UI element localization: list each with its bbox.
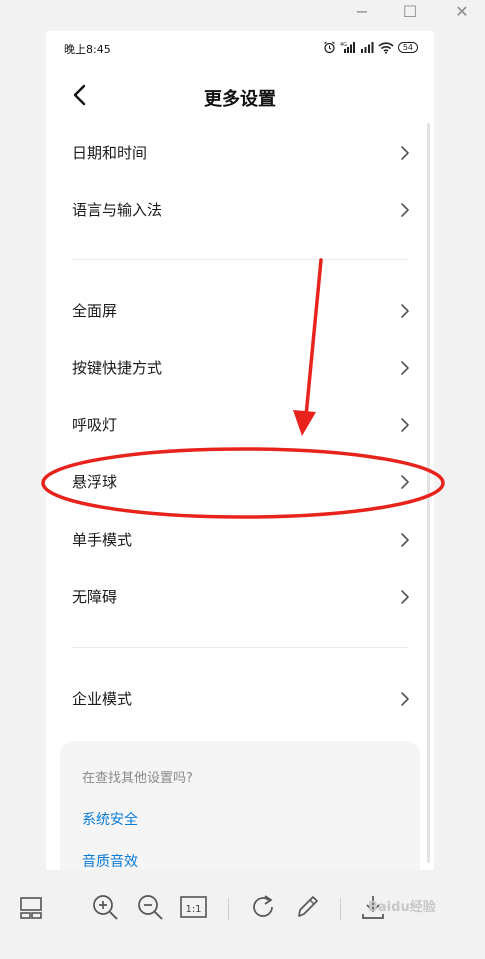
section-divider <box>72 647 408 648</box>
minimize-button[interactable]: − <box>352 2 372 22</box>
suggestions-hint: 在查找其他设置吗? <box>82 771 193 786</box>
signal-4g-icon: 4G <box>340 41 355 53</box>
chevron-right-icon <box>401 590 409 604</box>
page-title: 更多设置 <box>204 89 276 110</box>
settings-item-label: 语言与输入法 <box>72 201 163 219</box>
edit-button[interactable] <box>292 892 322 922</box>
title-bar: 更多设置 <box>46 75 434 115</box>
zoom-out-icon <box>138 895 163 920</box>
settings-item-label: 无障碍 <box>72 588 118 606</box>
section-divider <box>72 259 408 260</box>
status-icons: 4G 54 <box>323 40 418 54</box>
settings-item-language-input[interactable]: 语言与输入法 <box>46 184 434 236</box>
rotate-button[interactable] <box>248 892 278 922</box>
zoom-out-button[interactable] <box>135 892 165 922</box>
settings-item-label: 企业模式 <box>72 690 133 708</box>
chevron-right-icon <box>401 533 409 547</box>
chevron-right-icon <box>401 203 409 217</box>
chevron-right-icon <box>401 692 409 706</box>
scrollbar[interactable] <box>427 123 430 863</box>
settings-item-label: 悬浮球 <box>72 473 118 491</box>
status-time: 晚上8:45 <box>64 43 111 56</box>
settings-item-label: 按键快捷方式 <box>72 359 163 377</box>
settings-item-label: 呼吸灯 <box>72 416 118 434</box>
settings-item-enterprise-mode[interactable]: 企业模式 <box>46 673 434 725</box>
watermark: Baidu经验 <box>368 900 436 915</box>
gallery-button[interactable] <box>16 892 46 922</box>
actual-size-label: 1:1 <box>185 904 201 915</box>
settings-item-label: 单手模式 <box>72 531 133 549</box>
signal-icon <box>360 41 374 53</box>
suggestion-link-sound-effects[interactable]: 音质音效 <box>82 851 138 870</box>
chevron-right-icon <box>401 475 409 489</box>
settings-item-one-handed-mode[interactable]: 单手模式 <box>46 514 434 566</box>
settings-item-label: 全面屏 <box>72 302 118 320</box>
edit-icon <box>298 896 318 917</box>
actual-size-icon: 1:1 <box>180 896 207 918</box>
rotate-icon <box>253 895 273 917</box>
toolbar-separator <box>340 898 341 920</box>
battery-icon: 54 <box>397 41 418 53</box>
actual-size-button[interactable]: 1:1 <box>178 892 208 922</box>
settings-item-full-screen[interactable]: 全面屏 <box>46 285 434 337</box>
settings-item-floating-ball[interactable]: 悬浮球 <box>46 456 434 508</box>
zoom-in-button[interactable] <box>90 892 120 922</box>
chevron-right-icon <box>401 418 409 432</box>
maximize-button[interactable]: ☐ <box>400 2 420 22</box>
alarm-icon <box>323 41 335 53</box>
settings-item-breathing-light[interactable]: 呼吸灯 <box>46 399 434 451</box>
chevron-right-icon <box>401 361 409 375</box>
settings-item-date-time[interactable]: 日期和时间 <box>46 127 434 179</box>
settings-item-button-shortcuts[interactable]: 按键快捷方式 <box>46 342 434 394</box>
svg-text:4G: 4G <box>340 42 347 48</box>
suggestion-link-system-security[interactable]: 系统安全 <box>82 809 138 829</box>
close-button[interactable]: ✕ <box>452 2 472 22</box>
chevron-right-icon <box>401 146 409 160</box>
settings-item-accessibility[interactable]: 无障碍 <box>46 571 434 623</box>
settings-item-label: 日期和时间 <box>72 144 148 162</box>
gallery-icon <box>20 897 42 919</box>
zoom-in-icon <box>93 895 118 920</box>
status-bar: 晚上8:45 4G 54 <box>46 31 434 65</box>
wifi-icon <box>378 41 394 54</box>
toolbar-separator <box>228 898 229 920</box>
phone-screen: 晚上8:45 4G 54 更多设置 日期和时间 语言与输入法 全面屏 按键快捷方… <box>46 31 434 870</box>
chevron-right-icon <box>401 304 409 318</box>
suggestions-card: 在查找其他设置吗? 系统安全 音质音效 <box>60 741 420 870</box>
